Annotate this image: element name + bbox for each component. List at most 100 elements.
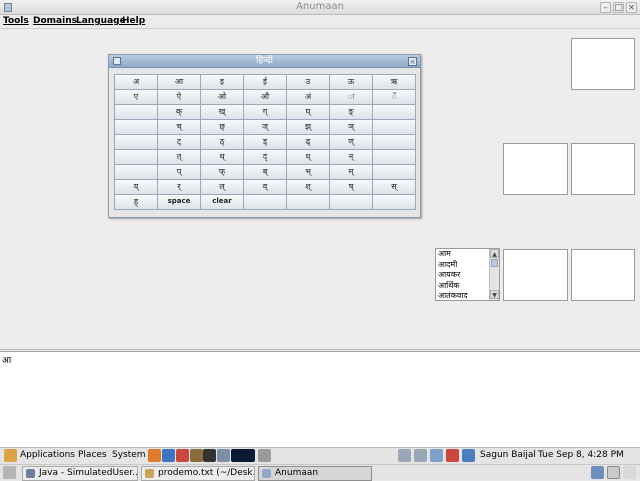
menu-help[interactable]: Help [122,16,145,26]
keyboard-key[interactable]: क् [157,104,201,120]
prediction-box-4[interactable] [503,249,568,301]
web-browser-icon[interactable] [148,449,161,462]
task-anumaan[interactable]: Anumaan [258,466,372,481]
list-item[interactable]: आयकर [437,270,489,281]
network-icon[interactable] [462,449,475,462]
launcher-icon-2[interactable] [217,449,230,462]
keyboard-key[interactable]: ट् [157,134,201,150]
tray-icon-3[interactable] [430,449,443,462]
keyboard-key[interactable] [372,194,416,210]
keyboard-key[interactable] [114,164,158,180]
keyboard-key[interactable]: प् [157,164,201,180]
keyboard-key[interactable] [329,194,373,210]
terminal-icon[interactable] [203,449,216,462]
workspace-1-icon[interactable] [591,466,604,479]
keyboard-key[interactable] [372,119,416,135]
keyboard-key[interactable]: च् [157,119,201,135]
keyboard-key[interactable]: ह् [114,194,158,210]
keyboard-key[interactable]: ई [243,74,287,90]
prediction-box-1[interactable] [571,38,635,90]
suggestion-list[interactable]: आम आदमी आयकर आर्थिक आतंकवाद ▲ ▼ [435,248,500,301]
keyboard-key[interactable] [286,194,330,210]
clock[interactable]: Tue Sep 8, 4:28 PM [538,450,624,460]
keyboard-key[interactable]: उ [286,74,330,90]
keyboard-key[interactable]: ङ् [329,104,373,120]
keyboard-key[interactable] [372,164,416,180]
list-item[interactable]: आदमी [437,260,489,271]
menu-domains[interactable]: Domains [33,16,77,26]
keyboard-key[interactable]: ण् [329,134,373,150]
keyboard-key[interactable] [114,119,158,135]
keyboard-key[interactable] [372,134,416,150]
keyboard-key[interactable] [372,104,416,120]
keyboard-key[interactable]: औ [243,89,287,105]
keyboard-key[interactable]: थ् [200,149,244,165]
keyboard-key[interactable]: ठ् [200,134,244,150]
system-monitor-icon[interactable] [231,449,255,462]
keyboard-key[interactable]: ड् [243,134,287,150]
trash-icon[interactable] [623,466,636,479]
scrollbar[interactable]: ▲ ▼ [489,249,499,300]
workspace-2-icon[interactable] [607,466,620,479]
keyboard-key[interactable]: ञ् [329,119,373,135]
text-editor[interactable]: आ [0,351,640,447]
keyboard-key[interactable]: ॅ [372,89,416,105]
keyboard-key[interactable] [114,134,158,150]
keyboard-key[interactable]: व् [243,179,287,195]
show-desktop-icon[interactable] [3,466,16,479]
keyboard-key[interactable]: न् [329,149,373,165]
keyboard-key[interactable]: ए [114,89,158,105]
list-item[interactable]: आतंकवाद [437,291,489,302]
keyboard-key[interactable]: ओ [200,89,244,105]
keyboard-key[interactable] [114,104,158,120]
keyboard-key[interactable]: द् [243,149,287,165]
keyboard-key[interactable]: त् [157,149,201,165]
tray-icon-2[interactable] [414,449,427,462]
keyboard-key[interactable]: ध् [286,149,330,165]
keyboard-key[interactable]: श् [286,179,330,195]
keyboard-key[interactable]: ऋ [372,74,416,90]
firefox-icon[interactable] [162,449,175,462]
maximize-button[interactable]: □ [613,2,624,13]
scroll-up-icon[interactable]: ▲ [490,249,499,258]
keyboard-key[interactable]: ख् [200,104,244,120]
places-menu[interactable]: Places [78,450,107,460]
keyboard-key[interactable]: भ् [286,164,330,180]
list-item[interactable]: आर्थिक [437,281,489,292]
keyboard-key[interactable]: फ् [200,164,244,180]
keyboard-key[interactable]: आ [157,74,201,90]
keyboard-key[interactable]: य् [114,179,158,195]
task-java[interactable]: Java - SimulatedUser... [22,466,138,481]
applications-menu[interactable]: Applications [20,450,75,460]
keyboard-key[interactable]: इ [200,74,244,90]
keyboard-key[interactable]: म् [329,164,373,180]
prediction-box-2[interactable] [503,143,568,195]
keyboard-key[interactable]: ऊ [329,74,373,90]
prediction-box-3[interactable] [571,143,635,195]
keyboard-key[interactable]: clear [200,194,244,210]
list-item[interactable]: आम [437,249,489,260]
keyboard-key[interactable]: ष् [329,179,373,195]
menu-language[interactable]: Language [76,16,126,26]
keyboard-close-button[interactable]: × [408,57,417,66]
gnome-foot-icon[interactable] [4,449,17,462]
keyboard-key[interactable]: ल् [200,179,244,195]
keyboard-titlebar[interactable]: हिन्दी × [109,55,420,68]
help-icon[interactable] [176,449,189,462]
keyboard-key[interactable]: स् [372,179,416,195]
tray-icon-4[interactable] [446,449,459,462]
keyboard-key[interactable]: छ् [200,119,244,135]
minimize-button[interactable]: – [600,2,611,13]
keyboard-key[interactable]: ब् [243,164,287,180]
scroll-thumb[interactable] [491,259,498,267]
keyboard-key[interactable]: space [157,194,201,210]
keyboard-key[interactable]: ग् [243,104,287,120]
launcher-icon[interactable] [190,449,203,462]
keyboard-key[interactable] [114,149,158,165]
keyboard-key[interactable]: ऐ [157,89,201,105]
keyboard-key[interactable]: र् [157,179,201,195]
task-prodemo[interactable]: prodemo.txt (~/Desk... [141,466,255,481]
close-button[interactable]: × [626,2,637,13]
keyboard-key[interactable] [372,149,416,165]
keyboard-key[interactable] [243,194,287,210]
